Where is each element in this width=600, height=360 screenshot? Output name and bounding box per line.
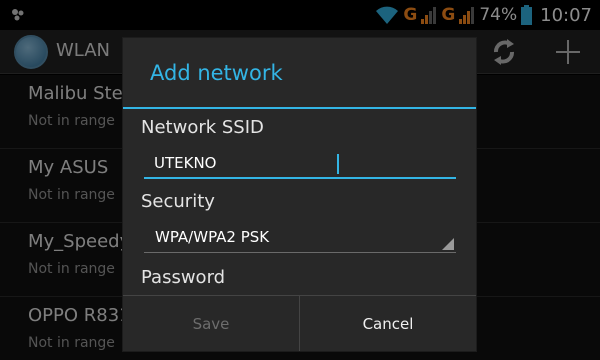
ssid-label: Network SSID xyxy=(141,117,264,138)
dropdown-arrow-icon xyxy=(442,238,454,250)
ssid-input[interactable] xyxy=(144,149,456,179)
dialog-body[interactable]: Network SSID Security WPA/WPA2 PSK Passw… xyxy=(123,109,476,295)
dialog-buttons: Save Cancel xyxy=(123,295,476,351)
security-value: WPA/WPA2 PSK xyxy=(155,228,270,246)
text-cursor xyxy=(337,154,339,174)
save-button[interactable]: Save xyxy=(123,296,300,351)
security-label: Security xyxy=(141,191,215,212)
dialog-title: Add network xyxy=(150,61,283,85)
password-label: Password xyxy=(141,267,226,288)
add-network-dialog: Add network Network SSID Security WPA/WP… xyxy=(123,38,476,351)
cancel-button[interactable]: Cancel xyxy=(300,296,476,351)
security-select[interactable]: WPA/WPA2 PSK xyxy=(144,221,456,253)
